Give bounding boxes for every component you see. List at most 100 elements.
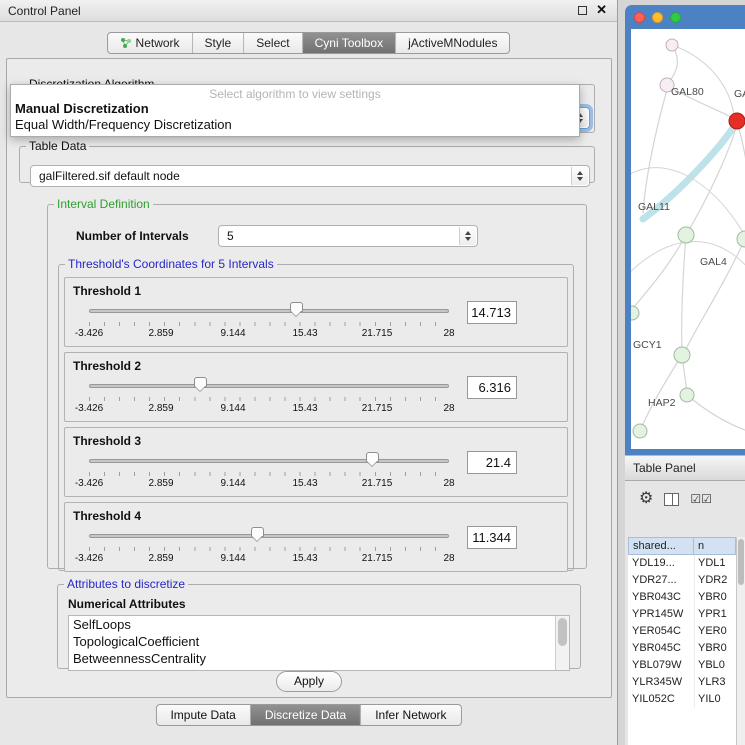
network-node[interactable]: [666, 39, 678, 51]
slider-thumb[interactable]: [290, 302, 303, 312]
columns-icon[interactable]: [664, 493, 679, 506]
cell-name: YDR2: [694, 572, 736, 589]
slider-thumb[interactable]: [251, 527, 264, 537]
table-row[interactable]: YBR043CYBR0: [628, 589, 736, 606]
tab-discretize-data[interactable]: Discretize Data: [251, 705, 361, 725]
slider-track: [89, 534, 449, 538]
threshold-value-1[interactable]: 14.713: [467, 301, 517, 324]
network-node[interactable]: [680, 388, 694, 402]
minimize-window-icon[interactable]: [652, 12, 663, 23]
table-panel-header[interactable]: Table Panel: [625, 455, 745, 481]
table-row[interactable]: YIL052CYIL0: [628, 691, 736, 708]
network-edge[interactable]: [641, 355, 682, 429]
cell-name: YDL1: [694, 555, 736, 572]
window-controls: [634, 12, 681, 23]
float-window-icon[interactable]: [578, 6, 587, 15]
threshold-value-2[interactable]: 6.316: [467, 376, 517, 399]
close-window-icon[interactable]: [634, 12, 645, 23]
column-header-shared-name[interactable]: shared...: [628, 537, 694, 555]
network-node[interactable]: [737, 231, 745, 247]
scale-label: 28: [443, 328, 454, 339]
scale-label: 2.859: [148, 553, 173, 564]
network-node[interactable]: [633, 424, 647, 438]
tab-jactivemnodules[interactable]: jActiveMNodules: [396, 33, 509, 53]
network-canvas[interactable]: GAL80GAGAL11GAL4GCY1HAP2: [631, 29, 745, 449]
table-row[interactable]: YDL19...YDL1: [628, 555, 736, 572]
network-edge[interactable]: [737, 121, 745, 235]
number-of-intervals-value: 5: [227, 229, 234, 243]
node-table: shared... n YDL19...YDL1YDR27...YDR2YBR0…: [628, 537, 736, 745]
algorithm-hint: Select algorithm to view settings: [11, 85, 579, 100]
interval-definition-title: Interval Definition: [54, 197, 153, 211]
slider-thumb[interactable]: [366, 452, 379, 462]
table-toolbar: ⚙ ☑☑: [625, 485, 745, 513]
network-icon: [120, 37, 132, 49]
algorithm-option-equal-width-frequency-discretization[interactable]: Equal Width/Frequency Discretization: [11, 116, 579, 132]
table-data-combo[interactable]: galFiltered.sif default node: [30, 165, 590, 187]
threshold-label: Threshold 1: [73, 284, 141, 298]
tab-infer-network[interactable]: Infer Network: [361, 705, 460, 725]
scale-label: 15.43: [292, 328, 317, 339]
table-data-group: Table Data galFiltered.sif default node: [19, 139, 595, 183]
zoom-window-icon[interactable]: [670, 12, 681, 23]
table-scrollbar[interactable]: [736, 537, 745, 745]
combo-stepper-icon: [571, 167, 588, 185]
close-icon[interactable]: ✕: [596, 5, 607, 15]
network-edge[interactable]: [686, 128, 736, 235]
network-edge[interactable]: [687, 395, 745, 433]
threshold-slider-2[interactable]: [89, 377, 449, 394]
algorithm-option-manual-discretization[interactable]: Manual Discretization: [11, 100, 579, 116]
algorithm-dropdown-popup: Select algorithm to view settings Manual…: [10, 84, 580, 137]
network-edge[interactable]: [672, 45, 734, 117]
tab-network[interactable]: Network: [108, 33, 193, 53]
network-node[interactable]: [678, 227, 694, 243]
threshold-slider-1[interactable]: [89, 302, 449, 319]
scale-label: 21.715: [362, 403, 393, 414]
column-header-name[interactable]: n: [694, 537, 736, 555]
table-row[interactable]: YLR345WYLR3: [628, 674, 736, 691]
table-row[interactable]: YBL079WYBL0: [628, 657, 736, 674]
table-row[interactable]: YBR045CYBR0: [628, 640, 736, 657]
network-edge[interactable]: [682, 235, 686, 353]
scale-label: -3.426: [75, 553, 103, 564]
table-row[interactable]: YDR27...YDR2: [628, 572, 736, 589]
top-tabs: NetworkStyleSelectCyni ToolboxjActiveMNo…: [107, 32, 511, 54]
scale-label: 9.144: [220, 553, 245, 564]
threshold-slider-3[interactable]: [89, 452, 449, 469]
numerical-attributes-list[interactable]: SelfLoopsTopologicalCoefficientBetweenne…: [68, 615, 570, 671]
tab-select[interactable]: Select: [244, 33, 302, 53]
number-of-intervals-combo[interactable]: 5: [218, 225, 478, 247]
numerical-attributes-label: Numerical Attributes: [68, 597, 186, 611]
attributes-scrollbar[interactable]: [555, 616, 569, 670]
attribute-item[interactable]: SelfLoops: [69, 616, 569, 633]
threshold-slider-4[interactable]: [89, 527, 449, 544]
table-row[interactable]: YER054CYER0: [628, 623, 736, 640]
thresholds-title: Threshold's Coordinates for 5 Intervals: [65, 257, 277, 271]
gear-icon[interactable]: ⚙: [639, 491, 653, 507]
attribute-item[interactable]: BetweennessCentrality: [69, 650, 569, 667]
network-node[interactable]: [631, 306, 639, 320]
network-edge[interactable]: [643, 86, 668, 213]
cell-shared-name: YER054C: [628, 623, 694, 640]
apply-button[interactable]: Apply: [276, 671, 342, 692]
cell-shared-name: YPR145W: [628, 606, 694, 623]
scale-label: 21.715: [362, 553, 393, 564]
tab-style[interactable]: Style: [193, 33, 245, 53]
table-row[interactable]: YPR145WYPR1: [628, 606, 736, 623]
tab-impute-data[interactable]: Impute Data: [156, 705, 250, 725]
bottom-tabs: Impute DataDiscretize DataInfer Network: [155, 704, 461, 726]
tab-cyni-toolbox[interactable]: Cyni Toolbox: [303, 33, 396, 53]
node-label: GAL80: [671, 86, 704, 98]
scale-label: 9.144: [220, 478, 245, 489]
select-all-icon[interactable]: ☑☑: [690, 492, 712, 506]
network-node-selected[interactable]: [729, 113, 745, 129]
attribute-item[interactable]: TopologicalCoefficient: [69, 633, 569, 650]
threshold-block-3: Threshold 3-3.4262.8599.14415.4321.71528…: [64, 427, 568, 497]
threshold-value-4[interactable]: 11.344: [467, 526, 517, 549]
slider-thumb[interactable]: [194, 377, 207, 387]
network-edge[interactable]: [631, 235, 686, 311]
network-node[interactable]: [674, 347, 690, 363]
table-data-value: galFiltered.sif default node: [39, 169, 180, 183]
threshold-block-4: Threshold 4-3.4262.8599.14415.4321.71528…: [64, 502, 568, 572]
threshold-value-3[interactable]: 21.4: [467, 451, 517, 474]
